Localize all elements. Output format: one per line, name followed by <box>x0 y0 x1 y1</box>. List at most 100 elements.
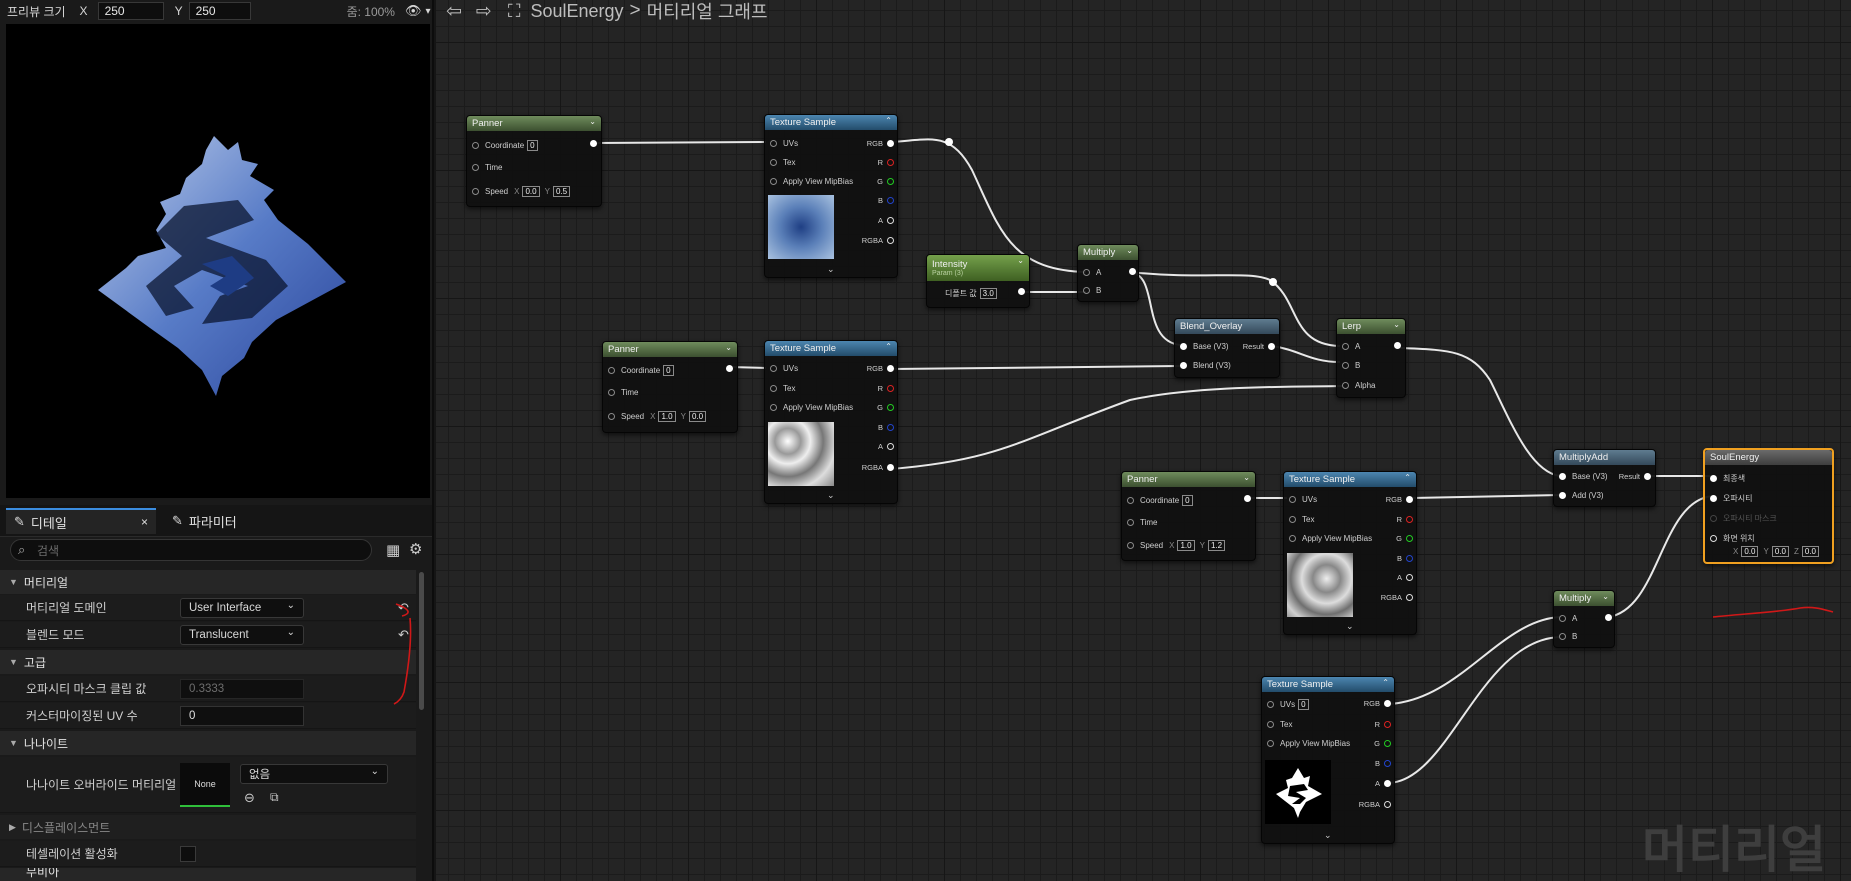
section-advanced[interactable]: ▼ 고급 <box>0 650 416 674</box>
pin-rgba[interactable]: RGBA <box>862 236 894 245</box>
node-header[interactable]: Texture Sample ⌃ <box>765 115 897 130</box>
pin-opacity[interactable]: 오파시티 <box>1710 493 1752 504</box>
node-header[interactable]: Lerp ⌄ <box>1337 319 1405 334</box>
pin-alpha[interactable]: Alpha <box>1342 381 1375 390</box>
node-lerp[interactable]: Lerp ⌄ A B Alpha <box>1336 318 1406 398</box>
pin-a[interactable]: A <box>1342 342 1360 351</box>
pin-speed[interactable]: Speed X 1.0 Y 1.2 <box>1127 540 1226 551</box>
node-header[interactable]: Blend_Overlay <box>1175 319 1279 334</box>
node-header[interactable]: Multiply ⌄ <box>1078 245 1138 260</box>
pin-mipbias[interactable]: Apply View MipBias <box>1289 534 1372 543</box>
node-panner-1[interactable]: Panner ⌄ Coordinate 0 Time Speed X 0.0 Y 0.5 <box>466 115 602 207</box>
pin-time[interactable]: Time <box>608 388 638 397</box>
close-icon[interactable]: × <box>141 515 148 529</box>
pin-b[interactable]: B <box>878 196 894 205</box>
collapse-icon[interactable]: ⌃ <box>885 342 892 351</box>
pin-tex[interactable]: Tex <box>770 158 795 167</box>
pin-a[interactable]: A <box>1397 573 1413 582</box>
pin-coordinate[interactable]: Coordinate 0 <box>1127 495 1193 506</box>
collapse-icon[interactable]: ⌄ <box>1243 473 1250 482</box>
pin-b[interactable]: B <box>1559 632 1577 641</box>
collapse-icon[interactable]: ⌃ <box>1382 678 1389 687</box>
pin-base[interactable]: Base (V3) <box>1180 342 1229 351</box>
expand-icon[interactable]: ⌄ <box>1346 621 1354 632</box>
pin-rgb[interactable]: RGB <box>867 139 894 148</box>
pin-final-color[interactable]: 최종색 <box>1710 473 1745 484</box>
nanite-asset-thumbnail[interactable]: None <box>180 763 230 807</box>
expand-icon[interactable]: ⌄ <box>827 490 835 501</box>
blend-mode-dropdown[interactable]: Translucent ⌄ <box>180 624 304 645</box>
back-arrow-icon[interactable]: ⇦ <box>446 0 462 23</box>
preview-viewport[interactable] <box>6 24 430 498</box>
pin-output[interactable] <box>1390 342 1401 349</box>
pin-tex[interactable]: Tex <box>1289 515 1314 524</box>
pin-rgb[interactable]: RGB <box>1386 495 1413 504</box>
pin-time[interactable]: Time <box>472 163 502 172</box>
material-domain-dropdown[interactable]: User Interface ⌄ <box>180 597 304 618</box>
pin-blend[interactable]: Blend (V3) <box>1180 361 1231 370</box>
breadcrumb-asset[interactable]: SoulEnergy <box>530 1 623 22</box>
screen-position-values[interactable]: X 0.0 Y 0.0 Z 0.0 <box>1733 546 1819 557</box>
node-multiply-1[interactable]: Multiply ⌄ A B <box>1077 244 1139 302</box>
node-header[interactable]: Panner ⌄ <box>1122 472 1255 487</box>
node-intensity-param[interactable]: Intensity Param (3) ⌄ 디폴트 값 3.0 <box>926 254 1030 308</box>
eye-icon[interactable]: 👁 <box>405 3 422 19</box>
pin-output[interactable] <box>586 140 597 147</box>
pin-add[interactable]: Add (V3) <box>1559 491 1604 500</box>
pin-mipbias[interactable]: Apply View MipBias <box>770 403 853 412</box>
forward-arrow-icon[interactable]: ⇨ <box>476 0 492 23</box>
tab-parameters[interactable]: ✎ 파라미터 <box>168 508 318 534</box>
pin-a[interactable]: A <box>878 216 894 225</box>
material-graph-canvas[interactable] <box>436 0 1851 881</box>
node-header[interactable]: Multiply ⌄ <box>1554 591 1614 606</box>
section-displacement[interactable]: ▶ 디스플레이스먼트 <box>0 815 416 839</box>
pin-r[interactable]: R <box>1375 720 1391 729</box>
pin-r[interactable]: R <box>878 158 894 167</box>
collapse-icon[interactable]: ⌄ <box>1017 256 1024 265</box>
pin-output[interactable] <box>1014 288 1025 295</box>
collapse-icon[interactable]: ⌄ <box>1393 320 1400 329</box>
pin-screen-position[interactable]: 화면 위치 <box>1710 533 1755 544</box>
pin-default-value[interactable]: 디폴트 값 3.0 <box>945 288 997 299</box>
node-texture-sample-1[interactable]: Texture Sample ⌃ UVs Tex Apply View MipBi… <box>764 114 898 278</box>
pin-time[interactable]: Time <box>1127 518 1157 527</box>
section-material[interactable]: ▼ 머티리얼 <box>0 570 416 594</box>
pin-output[interactable] <box>1240 495 1251 502</box>
tab-details[interactable]: ✎ 디테일 × <box>6 508 156 534</box>
pin-uvs[interactable]: UVs <box>1289 495 1317 504</box>
pin-a[interactable]: A <box>1559 614 1577 623</box>
pin-rgb[interactable]: RGB <box>1364 699 1391 708</box>
pin-uvs[interactable]: UVs 0 <box>1267 699 1309 710</box>
node-header[interactable]: Texture Sample ⌃ <box>1284 472 1416 487</box>
collapse-icon[interactable]: ⌄ <box>589 117 596 126</box>
node-header[interactable]: Texture Sample ⌃ <box>765 341 897 356</box>
section-next[interactable]: 무비아 <box>0 868 416 881</box>
pin-g[interactable]: G <box>877 177 894 186</box>
opacity-clip-field[interactable]: 0.3333 <box>180 678 304 699</box>
pin-b[interactable]: B <box>1083 286 1101 295</box>
pin-r[interactable]: R <box>878 384 894 393</box>
pin-b[interactable]: B <box>1375 759 1391 768</box>
node-header[interactable]: Panner ⌄ <box>603 342 737 357</box>
pin-r[interactable]: R <box>1397 515 1413 524</box>
pin-a[interactable]: A <box>878 442 894 451</box>
browse-back-icon[interactable]: ⊖ <box>244 790 255 806</box>
pin-output[interactable] <box>1601 614 1612 621</box>
chevron-down-icon[interactable]: ▾ <box>426 6 431 17</box>
pin-mipbias[interactable]: Apply View MipBias <box>1267 739 1350 748</box>
pin-base[interactable]: Base (V3) <box>1559 472 1608 481</box>
pin-a[interactable]: A <box>1083 268 1101 277</box>
node-texture-sample-2[interactable]: Texture Sample ⌃ UVs Tex Apply View MipBi… <box>764 340 898 504</box>
pin-a[interactable]: A <box>1375 779 1391 788</box>
expand-icon[interactable]: ⌄ <box>827 264 835 275</box>
collapse-icon[interactable]: ⌃ <box>885 116 892 125</box>
nanite-dropdown[interactable]: 없음 ⌄ <box>240 764 388 784</box>
pin-result[interactable]: Result <box>1243 342 1275 351</box>
pin-g[interactable]: G <box>1396 534 1413 543</box>
node-multiply-2[interactable]: Multiply ⌄ A B <box>1553 590 1615 648</box>
pin-speed[interactable]: Speed X 1.0 Y 0.0 <box>608 411 707 422</box>
node-header[interactable]: Panner ⌄ <box>467 116 601 131</box>
pin-rgba[interactable]: RGBA <box>1381 593 1413 602</box>
gear-icon[interactable]: ⚙ <box>409 540 422 558</box>
pin-rgba[interactable]: RGBA <box>862 463 894 472</box>
